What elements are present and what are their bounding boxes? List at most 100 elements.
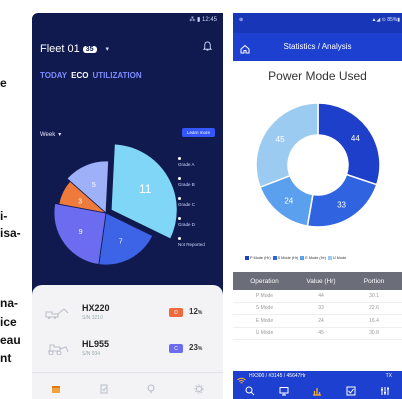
legend-swatch	[300, 256, 305, 260]
learn-more-button[interactable]: Learn more	[181, 128, 215, 137]
tab-utilization[interactable]: UTILIZATION	[92, 71, 141, 80]
pie-slice-label: 5	[92, 182, 96, 189]
side-text-3: isa-	[0, 226, 21, 240]
legend-label: S Mode (Hr)	[277, 256, 299, 260]
pie-slice-label: 9	[79, 229, 83, 236]
legend-item: Grade A	[178, 157, 218, 167]
column-header-portion: Portion	[363, 277, 385, 285]
tab-eco[interactable]: ECO	[71, 71, 88, 80]
wheel-loader-icon	[48, 344, 69, 355]
machine-row[interactable]: HX220 S/N 3210 D 12%	[32, 295, 223, 331]
cell-portion: 30.1	[369, 292, 379, 299]
legend-dot	[178, 197, 181, 200]
side-text-7: nt	[0, 351, 12, 365]
legend-item: Grade C	[178, 197, 218, 207]
search-icon[interactable]	[245, 383, 255, 396]
pie-slice-label: 11	[139, 182, 152, 196]
tab-today[interactable]: TODAY	[40, 71, 67, 80]
legend-label: Not Reported	[178, 242, 205, 247]
grade-legend: Grade A Grade B Grade C Grade D Not Repo…	[178, 157, 218, 257]
legend-dot	[178, 157, 181, 160]
fleet-phone-screen: ⁂ ▮ 12:45 Fleet 01 35 ▾ TODAY ECO UTILIZ…	[32, 13, 223, 399]
table-row: P Mode 44 30.1	[233, 290, 402, 303]
donut-segment-label: 44	[351, 134, 360, 143]
grade-pie-chart: 11 7 9 3 5	[53, 143, 178, 266]
percentage-unit: %	[197, 310, 203, 316]
pie-slice-label: 7	[119, 239, 123, 246]
fleet-count-badge: 35	[82, 45, 97, 53]
app-bar: Statistics / Analysis	[233, 33, 402, 61]
cell-operation: P Mode	[255, 292, 274, 299]
monitor-icon[interactable]	[279, 383, 289, 396]
cell-portion: 16.4	[369, 317, 379, 324]
table-header: Operation Value (Hr) Portion	[233, 272, 402, 290]
percentage-value: 12	[189, 307, 198, 316]
cell-operation: E Mode	[255, 317, 274, 324]
sliders-icon[interactable]	[380, 383, 390, 395]
legend-label: Grade C	[178, 202, 196, 207]
machine-model: HX220	[82, 303, 110, 313]
nav-location-icon[interactable]	[146, 381, 156, 394]
machine-list-sheet: HX220 S/N 3210 D 12% HL955 S/N 934 C 23%	[32, 285, 223, 399]
machine-info: HX300 / #3145 / 45647Hr	[249, 373, 306, 379]
legend-label: Grade A	[178, 162, 195, 167]
bottom-toolbar: HX300 / #3145 / 45647Hr TX	[233, 371, 402, 399]
power-mode-table: Operation Value (Hr) Portion P Mode 44 30.…	[233, 272, 402, 340]
donut-segment	[255, 102, 319, 189]
bell-icon[interactable]	[202, 39, 213, 57]
legend-label: Grade D	[178, 222, 196, 227]
donut-segment-label: 33	[337, 201, 346, 210]
machine-row[interactable]: HL955 S/N 934 C 23%	[32, 331, 223, 367]
machine-percentage: 12%	[189, 307, 202, 316]
toolbar-icons	[233, 383, 402, 396]
legend-item: S Mode (Hr)	[272, 256, 299, 260]
percentage-unit: %	[197, 346, 203, 352]
nav-checklist-icon[interactable]	[99, 381, 109, 394]
grade-badge: C	[169, 344, 183, 353]
excavator-icon	[45, 308, 69, 319]
side-text-5: ice	[0, 315, 17, 329]
cell-value: 33	[318, 305, 324, 312]
page-title: Statistics / Analysis	[283, 42, 352, 51]
chevron-down-icon: ▾	[105, 46, 110, 53]
bar-chart-icon[interactable]	[312, 383, 322, 396]
chevron-down-icon: ▾	[58, 132, 62, 138]
nav-calendar-icon[interactable]	[51, 381, 61, 393]
percentage-value: 23	[189, 343, 198, 352]
legend-item: Grade B	[178, 177, 218, 187]
statistics-phone-screen: ⊕ ▲◢ ⊙ 85%▮ Statistics / Analysis Power …	[233, 13, 402, 399]
legend-dot	[178, 237, 181, 240]
cell-value: 44	[318, 292, 324, 299]
status-left: ⊕	[239, 17, 244, 23]
table-row: U Mode 45 30.8	[233, 328, 402, 340]
side-text-1: e	[0, 76, 7, 90]
legend-item: Not Reported	[178, 237, 218, 247]
grade-badge: D	[169, 308, 183, 317]
machine-percentage: 23%	[189, 343, 202, 352]
tx-indicator: TX	[385, 373, 392, 379]
table-row: S Mode 33 22.6	[233, 303, 402, 315]
cell-portion: 30.8	[369, 330, 379, 337]
period-dropdown[interactable]: Week ▾	[40, 131, 62, 139]
bottom-nav	[32, 372, 223, 399]
nav-settings-icon[interactable]	[194, 381, 204, 394]
legend-swatch	[327, 256, 332, 260]
legend-item: E Mode (Hr)	[300, 256, 326, 260]
power-mode-donut-chart: 44 33 24 45	[255, 102, 381, 228]
fleet-selector[interactable]: Fleet 01 35 ▾	[40, 43, 109, 55]
cell-value: 24	[318, 317, 324, 324]
chart-title: Power Mode Used	[268, 69, 367, 83]
cell-operation: S Mode	[255, 305, 274, 312]
period-label: Week	[40, 131, 56, 138]
donut-segment	[317, 102, 381, 186]
cell-value: 45	[318, 330, 324, 337]
tab-bar: TODAY ECO UTILIZATION	[40, 71, 142, 80]
table-row: E Mode 24 16.4	[233, 315, 402, 328]
legend-item: P Mode (Hr)	[245, 256, 271, 260]
legend-label: E Mode (Hr)	[305, 256, 326, 260]
checkbox-icon[interactable]	[346, 383, 356, 396]
fleet-header: Fleet 01 35 ▾	[40, 39, 215, 55]
donut-segment-label: 24	[284, 197, 293, 206]
side-text-2: i-	[0, 209, 8, 223]
machine-model: HL955	[82, 339, 110, 349]
